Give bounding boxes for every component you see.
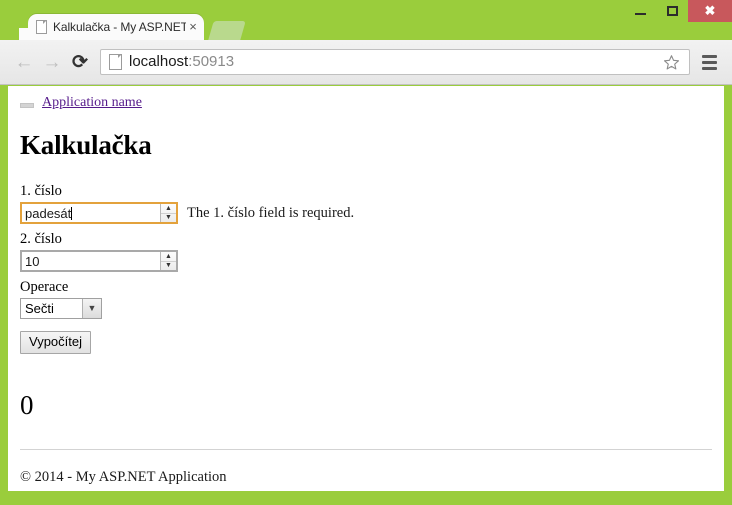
spinner-up-icon[interactable]: ▲	[161, 252, 176, 262]
minimize-button[interactable]	[624, 0, 656, 22]
arrow-left-icon: ←	[14, 51, 34, 73]
second-number-input[interactable]: 10 ▲ ▼	[20, 250, 178, 272]
first-number-validation-message: The 1. číslo field is required.	[187, 205, 355, 221]
operation-select[interactable]: Sečti ▼	[20, 298, 102, 319]
first-number-label: 1. číslo	[20, 183, 62, 199]
back-button[interactable]: ←	[10, 48, 38, 76]
site-navbar: Application name	[20, 86, 712, 114]
document-icon	[36, 20, 48, 34]
first-number-spinner[interactable]: ▲ ▼	[160, 204, 176, 222]
web-page-content: Application name Kalkulačka 1. číslo pad…	[8, 86, 724, 486]
spinner-down-icon[interactable]: ▼	[161, 262, 176, 271]
footer-divider	[20, 449, 712, 450]
hamburger-icon-bar	[701, 60, 717, 64]
hamburger-icon-bar	[701, 66, 717, 70]
broken-image-icon	[20, 102, 34, 108]
close-window-button[interactable]: ✖	[688, 0, 732, 22]
page-title: Kalkulačka	[20, 130, 152, 160]
minimize-icon	[634, 13, 646, 15]
second-number-label: 2. číslo	[20, 231, 62, 247]
second-number-spinner[interactable]: ▲ ▼	[160, 252, 176, 270]
address-bar[interactable]: localhost:50913	[100, 49, 690, 75]
first-number-input[interactable]: padesát ▲ ▼	[20, 202, 178, 224]
first-number-value: padesát	[22, 204, 160, 222]
reload-icon: ⟳	[72, 51, 88, 73]
second-number-row: 10 ▲ ▼	[20, 250, 712, 272]
submit-row: Vypočítej	[20, 325, 712, 354]
calculate-button[interactable]: Vypočítej	[20, 331, 91, 354]
first-number-text: padesát	[25, 206, 72, 221]
first-number-row: padesát ▲ ▼ The 1. číslo field is requir…	[20, 202, 712, 224]
browser-menu-button[interactable]	[696, 49, 722, 75]
text-caret	[71, 207, 73, 220]
spinner-down-icon[interactable]: ▼	[161, 214, 176, 223]
window-controls: ✖	[624, 0, 732, 24]
new-tab-button[interactable]	[208, 21, 246, 40]
browser-window: Kalkulačka - My ASP.NET × ✖ ← → ⟳ localh…	[0, 0, 732, 505]
address-bar-host: localhost	[129, 53, 189, 70]
second-number-value: 10	[25, 254, 40, 269]
tab-title: Kalkulačka - My ASP.NET	[53, 20, 186, 34]
browser-tab[interactable]: Kalkulačka - My ASP.NET ×	[19, 14, 204, 40]
operation-selected-value: Sečti	[25, 301, 54, 316]
maximize-button[interactable]	[656, 0, 688, 22]
maximize-icon	[666, 6, 678, 16]
close-tab-icon[interactable]: ×	[186, 20, 200, 34]
address-bar-port: :50913	[188, 53, 235, 70]
arrow-right-icon: →	[42, 51, 62, 73]
star-icon-svg	[663, 54, 679, 70]
spinner-up-icon[interactable]: ▲	[161, 204, 176, 214]
operation-row: Sečti ▼	[20, 298, 712, 319]
hamburger-icon-bar	[701, 54, 717, 58]
reload-button[interactable]: ⟳	[66, 48, 94, 76]
page-viewport: Application name Kalkulačka 1. číslo pad…	[8, 86, 724, 491]
forward-button[interactable]: →	[38, 48, 66, 76]
browser-toolbar: ← → ⟳ localhost:50913	[0, 40, 732, 85]
calculation-result: 0	[20, 390, 34, 420]
page-document-icon	[109, 54, 122, 70]
operation-label: Operace	[20, 279, 69, 295]
application-name-link[interactable]: Application name	[42, 95, 142, 111]
page-footer: © 2014 - My ASP.NET Application	[20, 469, 227, 485]
calculator-form: 1. číslo padesát ▲ ▼ The 1. číslo field …	[20, 182, 712, 354]
bookmark-star-icon[interactable]	[659, 50, 683, 74]
browser-titlebar: Kalkulačka - My ASP.NET × ✖	[0, 0, 732, 40]
chevron-down-icon[interactable]: ▼	[82, 299, 101, 318]
address-bar-url: localhost:50913	[129, 53, 657, 71]
